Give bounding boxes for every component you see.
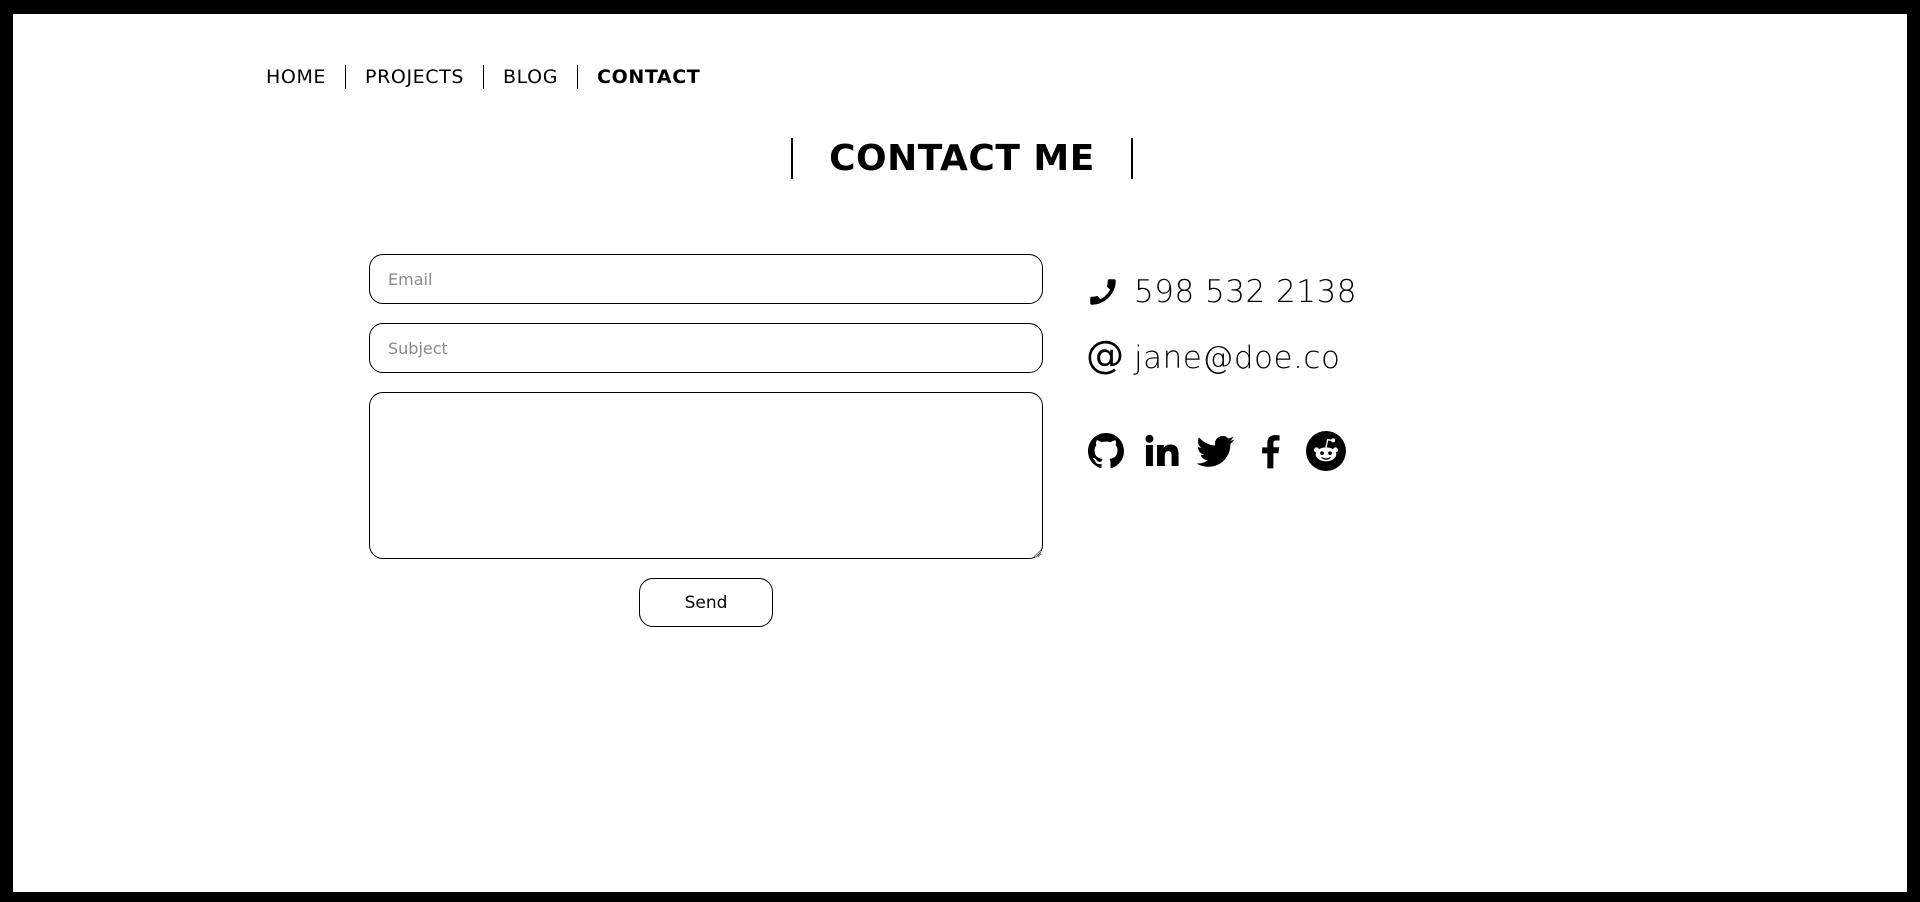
- nav-projects-link[interactable]: PROJECTS: [365, 64, 464, 90]
- nav-contact-link[interactable]: CONTACT: [597, 64, 700, 90]
- top-nav: HOME PROJECTS BLOG CONTACT: [266, 64, 700, 90]
- phone-row: 598 532 2138: [1086, 272, 1357, 312]
- at-sign-icon: @: [1086, 333, 1124, 377]
- nav-divider: [483, 65, 485, 89]
- heading-right-bar: [1130, 138, 1133, 179]
- github-icon[interactable]: [1086, 431, 1126, 471]
- phone-icon: [1086, 273, 1124, 311]
- contact-form: Send: [369, 254, 1043, 627]
- email-row: @ jane@doe.co: [1086, 333, 1357, 378]
- subject-input[interactable]: [369, 323, 1043, 373]
- page-container: HOME PROJECTS BLOG CONTACT CONTACT ME Se…: [13, 14, 1907, 892]
- nav-divider: [345, 65, 347, 89]
- nav-home-link[interactable]: HOME: [266, 64, 326, 90]
- nav-divider: [577, 65, 579, 89]
- send-button[interactable]: Send: [639, 578, 773, 627]
- heading-left-bar: [791, 138, 794, 179]
- email-input[interactable]: [369, 254, 1043, 304]
- page-heading: CONTACT ME: [13, 138, 1907, 179]
- reddit-icon[interactable]: [1306, 431, 1346, 471]
- page-title: CONTACT ME: [829, 138, 1095, 179]
- heading-group: CONTACT ME: [791, 138, 1133, 179]
- phone-number: 598 532 2138: [1134, 274, 1357, 310]
- linkedin-icon[interactable]: [1141, 431, 1181, 471]
- email-address: jane@doe.co: [1134, 340, 1341, 376]
- twitter-icon[interactable]: [1196, 431, 1236, 471]
- nav-blog-link[interactable]: BLOG: [503, 64, 558, 90]
- send-row: Send: [369, 578, 1043, 627]
- social-links: [1086, 431, 1361, 471]
- facebook-icon[interactable]: [1251, 431, 1291, 471]
- message-textarea[interactable]: [369, 392, 1043, 559]
- at-glyph: @: [1086, 333, 1124, 377]
- contact-info: 598 532 2138 @ jane@doe.co: [1086, 272, 1357, 378]
